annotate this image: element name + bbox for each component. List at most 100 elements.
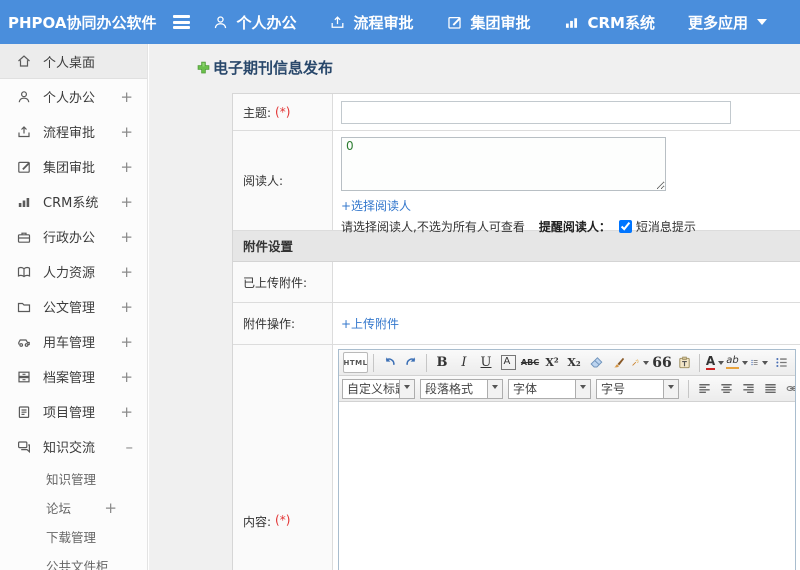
editor-toolbar-row-2: 自定义标题 段落格式 字体 bbox=[339, 376, 795, 402]
sidebar-item-archive-management[interactable]: 档案管理 + bbox=[0, 359, 147, 394]
html-source-button[interactable]: HTML bbox=[343, 352, 368, 373]
sidebar-item-label: 知识交流 bbox=[43, 441, 96, 456]
expand-toggle[interactable]: + bbox=[120, 193, 133, 211]
autoformat-button[interactable] bbox=[630, 352, 650, 373]
align-center-button[interactable] bbox=[716, 378, 736, 399]
paragraph-format-select[interactable]: 段落格式 bbox=[420, 378, 503, 399]
insert-link-button[interactable] bbox=[782, 378, 795, 399]
font-size-select[interactable]: 字号 bbox=[596, 378, 679, 399]
sidebar-subitem-public-file-cabinet[interactable]: 公共文件柜 bbox=[0, 551, 147, 570]
align-justify-icon bbox=[763, 381, 778, 396]
user-icon bbox=[16, 89, 32, 105]
caret-down-icon bbox=[643, 361, 649, 368]
sidebar-item-vehicle-management[interactable]: 用车管理 + bbox=[0, 324, 147, 359]
ordered-list-button[interactable] bbox=[749, 352, 769, 373]
align-left-button[interactable] bbox=[694, 378, 714, 399]
custom-heading-select[interactable]: 自定义标题 bbox=[342, 378, 415, 399]
expand-toggle[interactable]: + bbox=[120, 123, 133, 141]
sidebar-item-project-management[interactable]: 项目管理 + bbox=[0, 394, 147, 429]
bold-button[interactable]: B bbox=[432, 352, 452, 373]
align-right-button[interactable] bbox=[738, 378, 758, 399]
nav-process-approval[interactable]: 流程审批 bbox=[329, 12, 413, 33]
expand-toggle[interactable]: + bbox=[120, 228, 133, 246]
readers-textarea[interactable]: 0 bbox=[341, 137, 666, 191]
unordered-list-button[interactable] bbox=[771, 352, 791, 373]
sidebar-submenu: 知识管理 论坛 + 下载管理 公共文件柜 bbox=[0, 464, 147, 570]
sidebar-item-human-resources[interactable]: 人力资源 + bbox=[0, 254, 147, 289]
nav-group-approval[interactable]: 集团审批 bbox=[446, 12, 530, 33]
sidebar-item-process-approval[interactable]: 流程审批 + bbox=[0, 114, 147, 149]
expand-toggle[interactable]: + bbox=[104, 499, 117, 517]
magic-wand-icon bbox=[631, 355, 640, 370]
expand-toggle[interactable]: + bbox=[120, 403, 133, 421]
caret-down-icon bbox=[575, 379, 590, 398]
italic-button[interactable]: I bbox=[454, 352, 474, 373]
eraser-icon bbox=[589, 355, 604, 370]
upload-attachment-link[interactable]: +上传附件 bbox=[341, 315, 399, 332]
paste-text-button[interactable] bbox=[674, 352, 694, 373]
sidebar-subitem-knowledge-management[interactable]: 知识管理 bbox=[0, 464, 147, 493]
sidebar-item-label: 行政办公 bbox=[43, 231, 96, 246]
main-content: 电子期刊信息发布 主题: (*) 阅读人: 0 +选择阅读人 请选择阅读人,不选… bbox=[149, 44, 800, 570]
sidebar-item-group-approval[interactable]: 集团审批 + bbox=[0, 149, 147, 184]
blockquote-button[interactable]: 66 bbox=[652, 352, 672, 373]
expand-toggle[interactable]: + bbox=[120, 263, 133, 281]
sidebar-subitem-forum[interactable]: 论坛 + bbox=[0, 493, 147, 522]
align-center-icon bbox=[719, 381, 734, 396]
hr-book-icon bbox=[16, 264, 32, 280]
nav-personal-office[interactable]: 个人办公 bbox=[212, 12, 296, 33]
process-icon bbox=[329, 14, 346, 31]
collapse-toggle[interactable]: – bbox=[126, 438, 134, 456]
sidebar: 个人桌面 个人办公 + 流程审批 + 集团审批 + CRM系统 + 行政办公 + bbox=[0, 44, 148, 570]
font-family-select[interactable]: 字体 bbox=[508, 378, 591, 399]
align-justify-button[interactable] bbox=[760, 378, 780, 399]
nav-more-apps[interactable]: 更多应用 bbox=[688, 12, 767, 33]
sidebar-item-label: 个人桌面 bbox=[43, 55, 96, 71]
sidebar-item-label: 下载管理 bbox=[46, 530, 97, 545]
nav-label: 流程审批 bbox=[353, 13, 414, 32]
subscript-button[interactable]: X₂ bbox=[564, 352, 584, 373]
underline-button[interactable]: U bbox=[476, 352, 496, 373]
sidebar-item-crm-system[interactable]: CRM系统 + bbox=[0, 184, 147, 219]
attachment-operation-row: 附件操作: +上传附件 bbox=[233, 303, 800, 345]
nav-crm-system[interactable]: CRM系统 bbox=[563, 12, 655, 33]
remove-format-button[interactable] bbox=[586, 352, 606, 373]
sms-label: 短消息提示 bbox=[635, 220, 696, 234]
vehicle-icon bbox=[16, 334, 32, 350]
subject-label: 主题: (*) bbox=[233, 94, 333, 130]
align-left-icon bbox=[697, 381, 712, 396]
select-readers-link[interactable]: +选择阅读人 bbox=[341, 199, 411, 213]
font-style-box-button[interactable]: A bbox=[500, 355, 516, 370]
redo-button[interactable] bbox=[401, 352, 421, 373]
attachment-operation-label: 附件操作: bbox=[233, 303, 333, 344]
expand-toggle[interactable]: + bbox=[120, 298, 133, 316]
expand-toggle[interactable]: + bbox=[120, 368, 133, 386]
strikethrough-button[interactable]: ABC bbox=[520, 352, 540, 373]
subject-input[interactable] bbox=[341, 101, 731, 124]
sidebar-item-admin-office[interactable]: 行政办公 + bbox=[0, 219, 147, 254]
page-title-text: 电子期刊信息发布 bbox=[213, 59, 334, 77]
expand-toggle[interactable]: + bbox=[120, 158, 133, 176]
sidebar-item-knowledge-exchange[interactable]: 知识交流 – bbox=[0, 429, 147, 464]
knowledge-chat-icon bbox=[16, 439, 32, 455]
expand-toggle[interactable]: + bbox=[120, 88, 133, 106]
sms-checkbox[interactable] bbox=[618, 220, 632, 233]
menu-toggle-icon[interactable] bbox=[172, 15, 191, 29]
required-mark: (*) bbox=[275, 105, 291, 119]
sidebar-subitem-download-management[interactable]: 下载管理 bbox=[0, 522, 147, 551]
expand-toggle[interactable]: + bbox=[120, 333, 133, 351]
highlight-color-button[interactable]: ab bbox=[726, 352, 748, 373]
sidebar-item-label: 公共文件柜 bbox=[46, 559, 109, 570]
sidebar-item-document-management[interactable]: 公文管理 + bbox=[0, 289, 147, 324]
caret-down-icon bbox=[718, 361, 725, 368]
sidebar-item-label: 项目管理 bbox=[43, 406, 96, 421]
font-color-button[interactable]: A bbox=[705, 352, 725, 373]
editor-content-area[interactable] bbox=[339, 402, 795, 570]
superscript-button[interactable]: X² bbox=[542, 352, 562, 373]
undo-button[interactable] bbox=[379, 352, 399, 373]
crm-chart-icon bbox=[16, 194, 32, 210]
sidebar-item-personal-desktop[interactable]: 个人桌面 bbox=[0, 44, 147, 79]
format-brush-button[interactable] bbox=[608, 352, 628, 373]
sidebar-item-personal-office[interactable]: 个人办公 + bbox=[0, 79, 147, 114]
content-label: 内容: (*) bbox=[233, 345, 333, 570]
